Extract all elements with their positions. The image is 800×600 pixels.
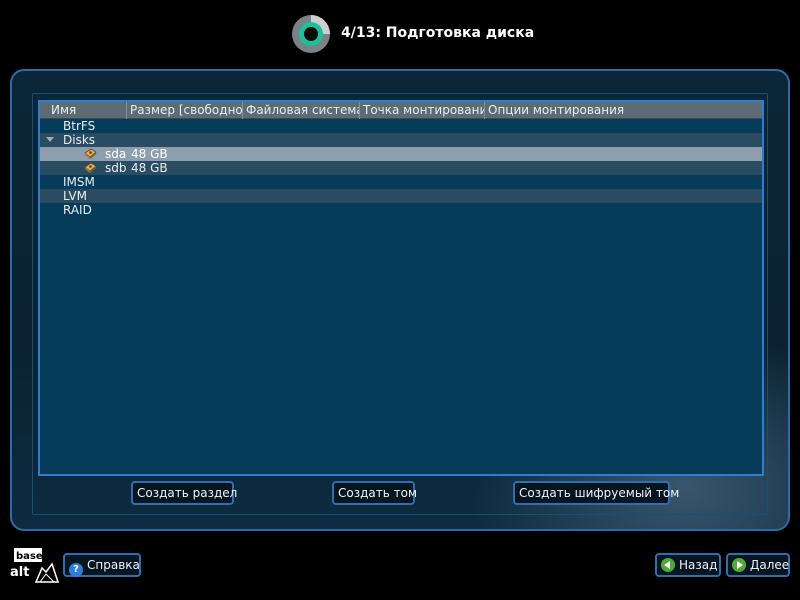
tree-row-disks[interactable]: Disks <box>40 133 762 147</box>
partition-tree[interactable]: Имя Размер [свободно] Файловая система Т… <box>38 100 764 476</box>
installer-logo-icon <box>292 15 330 53</box>
tree-row-sda[interactable]: sda 48 GB <box>40 147 762 161</box>
tree-header: Имя Размер [свободно] Файловая система Т… <box>40 102 762 119</box>
column-header-name[interactable]: Имя <box>40 102 127 119</box>
back-label: Назад <box>679 558 718 572</box>
row-name: IMSM <box>63 175 95 189</box>
logo-text-base: base <box>16 551 43 562</box>
create-partition-button[interactable]: Создать раздел <box>131 481 237 505</box>
row-name: RAID <box>63 203 92 217</box>
main-panel: Имя Размер [свободно] Файловая система Т… <box>10 69 790 531</box>
help-icon: ? <box>69 563 83 577</box>
arrow-right-icon <box>732 558 746 572</box>
hard-disk-icon <box>84 148 97 159</box>
row-size: 48 GB <box>131 161 168 175</box>
create-encrypted-volume-button[interactable]: Создать шифруемый том <box>513 481 679 505</box>
row-name: LVM <box>63 189 87 203</box>
row-name: sdb <box>105 161 127 175</box>
expand-arrow-icon[interactable] <box>46 137 54 142</box>
row-name: Disks <box>63 133 96 147</box>
column-header-mountpoint[interactable]: Точка монтирования <box>360 102 485 119</box>
next-label: Далее <box>750 558 790 572</box>
basealt-logo-icon: base alt <box>10 548 60 583</box>
header: 4/13: Подготовка диска <box>0 0 800 66</box>
tree-row-raid[interactable]: RAID <box>40 203 762 217</box>
tree-row-btrfs[interactable]: BtrFS <box>40 119 762 133</box>
logo-text-alt: alt <box>10 565 29 580</box>
tree-row-imsm[interactable]: IMSM <box>40 175 762 189</box>
back-button[interactable]: Назад <box>655 553 721 577</box>
column-header-mount-options[interactable]: Опции монтирования <box>485 102 762 119</box>
tree-row-lvm[interactable]: LVM <box>40 189 762 203</box>
column-header-size[interactable]: Размер [свободно] <box>127 102 243 119</box>
row-name: BtrFS <box>63 119 96 133</box>
hard-disk-icon <box>84 162 97 173</box>
help-button[interactable]: ? Справка <box>63 553 141 577</box>
next-button[interactable]: Далее <box>726 553 790 577</box>
page-title: 4/13: Подготовка диска <box>341 25 535 41</box>
row-name: sda <box>105 147 127 161</box>
tree-row-sdb[interactable]: sdb 48 GB <box>40 161 762 175</box>
help-label: Справка <box>87 558 140 572</box>
arrow-left-icon <box>661 558 675 572</box>
column-header-filesystem[interactable]: Файловая система <box>243 102 360 119</box>
create-volume-button[interactable]: Создать том <box>332 481 417 505</box>
row-size: 48 GB <box>131 147 168 161</box>
